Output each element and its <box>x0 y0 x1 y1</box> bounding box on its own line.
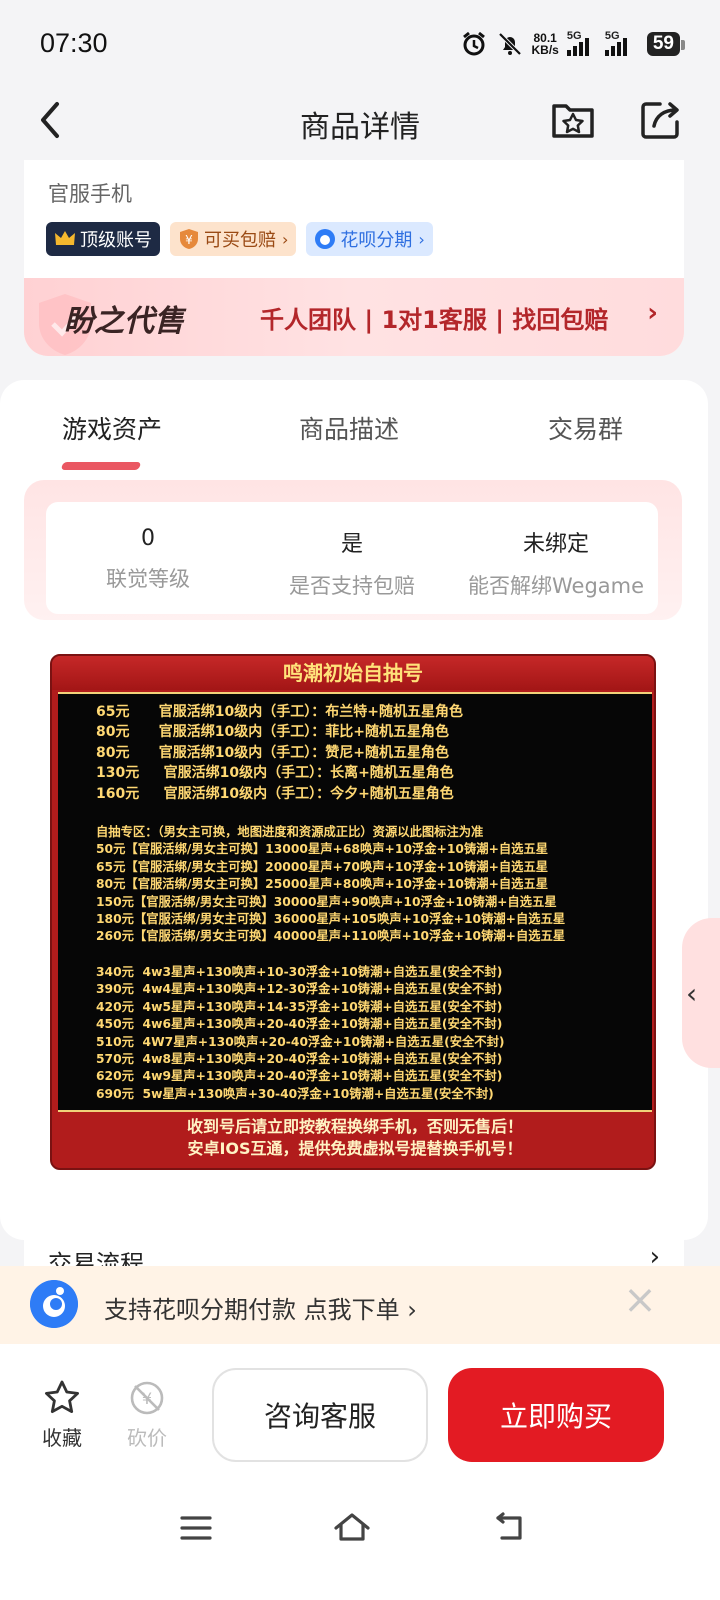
price-line: 260元【官服活绑/男女主可换】40000星声+110唤声+10浮金+10铸潮+… <box>96 929 566 944</box>
active-tab-indicator <box>60 462 142 470</box>
tab-trade-group[interactable]: 交易群 <box>548 410 623 446</box>
header: 商品详情 <box>0 88 720 160</box>
svg-text:¥: ¥ <box>185 233 193 247</box>
seller-brand: 盼之代售 <box>64 304 184 339</box>
bargain-icon: ¥ <box>130 1381 164 1415</box>
net-speed: 80.1 KB/s <box>532 32 559 56</box>
net-speed-unit: KB/s <box>531 43 559 57</box>
side-drawer-handle[interactable]: ‹ <box>682 918 720 1068</box>
asset-value: 未绑定 <box>522 532 589 557</box>
bargain-label: 砍价 <box>127 1426 167 1450</box>
price-line: 180元【官服活绑/男女主可换】36000星声+105唤声+10浮金+10铸潮+… <box>96 912 566 927</box>
asset-item: 0 联觉等级 <box>46 502 250 614</box>
asset-summary-inner: 0 联觉等级 是 是否支持包赔 未绑定 能否解绑Wegame <box>46 502 658 614</box>
tab-product-description[interactable]: 商品描述 <box>299 410 399 446</box>
shield-yen-icon: ¥ <box>180 229 198 249</box>
mute-bell-icon <box>498 32 521 56</box>
price-line: 65元【官服活绑/男女主可换】20000星声+70唤声+10浮金+10铸潮+自选… <box>96 859 549 874</box>
asset-item: 未绑定 能否解绑Wegame <box>454 502 658 614</box>
favorite-label: 收藏 <box>42 1426 82 1450</box>
price-line: 450元 4w6星声+130唤声+20-40浮金+10铸潮+自选五星(安全不封) <box>96 1017 503 1032</box>
system-nav-bar <box>0 1484 720 1600</box>
signal-sim2-icon: 5G <box>604 30 639 56</box>
chevron-right-icon: › <box>647 298 658 328</box>
alarm-icon <box>462 31 485 56</box>
image-footer-line: 收到号后请立即按教程换绑手机，否则无售后！ <box>186 1117 523 1136</box>
signal-sim1-icon: 5G <box>566 30 597 56</box>
close-icon[interactable]: × <box>620 1280 660 1320</box>
price-line: 510元 4W7星声+130唤声+20-40浮金+10铸潮+自选五星(安全不封) <box>96 1034 505 1049</box>
huabei-icon <box>315 229 336 249</box>
favorite-button[interactable] <box>550 96 596 142</box>
star-icon <box>45 1380 79 1413</box>
price-line: 65元 官服活绑10级内（手工）：布兰特+随机五星角色 <box>96 704 463 720</box>
consult-service-button[interactable]: 咨询客服 <box>212 1368 428 1462</box>
product-tags: 顶级账号 ¥ 可买包赔 › 花呗分期 › <box>46 222 433 256</box>
sim2-label: 5G <box>604 30 620 42</box>
bottom-action-bar: 收藏 ¥ 砍价 咨询客服 立即购买 <box>0 1344 720 1484</box>
image-title: 鸣潮初始自抽号 <box>52 656 654 690</box>
tag-label: 可买包赔 <box>204 230 276 251</box>
tab-game-assets[interactable]: 游戏资产 <box>62 410 162 446</box>
page-title: 商品详情 <box>300 110 420 145</box>
seller-banner[interactable]: 盼之代售 千人团队 | 1对1客服 | 找回包赔 › <box>24 278 684 356</box>
asset-label: 联觉等级 <box>106 567 190 591</box>
price-line: 80元【官服活绑/男女主可换】25000星声+80唤声+10浮金+10铸潮+自选… <box>96 877 549 892</box>
status-bar: 07:30 80.1 KB/s 5G 5G 59 <box>0 0 720 88</box>
star-folder-icon <box>552 104 594 138</box>
tag-label: 顶级账号 <box>80 230 152 251</box>
price-line: 自抽专区：（男女主可换，地图进度和资源成正比）资源以此图标注为准 <box>96 825 484 840</box>
share-icon <box>641 102 679 139</box>
sim1-label: 5G <box>566 30 582 42</box>
asset-summary: 0 联觉等级 是 是否支持包赔 未绑定 能否解绑Wegame <box>24 480 682 620</box>
huabei-promo-bar[interactable]: 支持花呗分期付款 点我下单 › × <box>0 1266 720 1344</box>
tag-buyable-insurance[interactable]: ¥ 可买包赔 › <box>170 222 297 256</box>
buy-now-button[interactable]: 立即购买 <box>448 1368 664 1462</box>
menu-icon[interactable] <box>176 1508 216 1548</box>
price-line: 620元 4w9星声+130唤声+20-40浮金+10铸潮+自选五星(安全不封) <box>96 1069 503 1084</box>
price-line: 50元【官服活绑/男女主可换】13000星声+68唤声+10浮金+10铸潮+自选… <box>96 842 549 857</box>
asset-value: 是 <box>340 532 363 557</box>
tag-label: 花呗分期 <box>340 230 413 251</box>
share-button[interactable] <box>638 96 684 142</box>
price-line: 80元 官服活绑10级内（手工）：赞尼+随机五星角色 <box>96 744 449 761</box>
chevron-left-icon: ‹ <box>686 976 698 1010</box>
price-line: 570元 4w8星声+130唤声+20-40浮金+10铸潮+自选五星(安全不封) <box>96 1051 503 1066</box>
crown-icon <box>55 231 75 245</box>
home-icon[interactable] <box>332 1508 372 1548</box>
price-line: 420元 4w5星声+130唤声+14-35浮金+10铸潮+自选五星(安全不封) <box>96 999 503 1014</box>
product-category: 官服手机 <box>48 182 132 206</box>
battery-indicator: 59 <box>646 32 686 56</box>
status-icons: 80.1 KB/s 5G 5G 59 <box>460 28 686 60</box>
price-line: 130元 官服活绑10级内（手工）：长离+随机五星角色 <box>96 765 454 782</box>
price-line: 80元 官服活绑10级内（手工）：菲比+随机五星角色 <box>96 724 449 741</box>
price-line: 690元 5w星声+130唤声+30-40浮金+10铸潮+自选五星(安全不封) <box>96 1086 494 1101</box>
huabei-icon <box>30 1280 78 1328</box>
price-line: 390元 4w4星声+130唤声+12-30浮金+10铸潮+自选五星(安全不封) <box>96 982 503 997</box>
image-footer-line: 安卓IOS互通，提供免费虚拟号提替换手机号！ <box>187 1139 523 1158</box>
asset-item: 是 是否支持包赔 <box>250 502 454 614</box>
price-line: 150元【官服活绑/男女主可换】30000星声+90唤声+10浮金+10铸潮+自… <box>96 894 557 909</box>
asset-label: 能否解绑Wegame <box>467 574 645 598</box>
product-image[interactable]: 鸣潮初始自抽号 65元 官服活绑10级内（手工）：布兰特+随机五星角色 80元 … <box>50 654 656 1170</box>
promo-text: 支持花呗分期付款 点我下单 › <box>104 1296 417 1324</box>
price-line: 160元 官服活绑10级内（手工）：今夕+随机五星角色 <box>96 785 454 802</box>
price-line: 340元 4w3星声+130唤声+10-30浮金+10铸潮+自选五星(安全不封) <box>96 964 503 979</box>
bargain-action[interactable]: ¥ 砍价 <box>117 1378 177 1451</box>
status-time: 07:30 <box>40 28 108 58</box>
asset-value: 0 <box>141 526 155 551</box>
detail-card: 游戏资产 商品描述 交易群 0 联觉等级 是 是否支持包赔 未绑定 能否解绑We… <box>0 380 708 1240</box>
image-price-list: 65元 官服活绑10级内（手工）：布兰特+随机五星角色 80元 官服活绑10级内… <box>58 692 652 1112</box>
asset-label: 是否支持包赔 <box>289 574 415 598</box>
seller-slogan: 千人团队 | 1对1客服 | 找回包赔 <box>260 306 609 334</box>
chevron-right-icon: › <box>282 229 289 249</box>
tag-top-account[interactable]: 顶级账号 <box>46 222 160 256</box>
image-footer: 收到号后请立即按教程换绑手机，否则无售后！ 安卓IOS互通，提供免费虚拟号提替换… <box>52 1116 654 1160</box>
favorite-action[interactable]: 收藏 <box>32 1378 92 1451</box>
chevron-right-icon: › <box>418 229 425 249</box>
back-nav-icon[interactable] <box>490 1508 530 1548</box>
tag-huabei-installment[interactable]: 花呗分期 › <box>306 222 433 256</box>
product-summary-card: 官服手机 顶级账号 ¥ 可买包赔 › 花呗分期 › 盼之代售 千人团队 | 1对… <box>24 160 684 356</box>
detail-tabs: 游戏资产 商品描述 交易群 <box>0 410 708 470</box>
